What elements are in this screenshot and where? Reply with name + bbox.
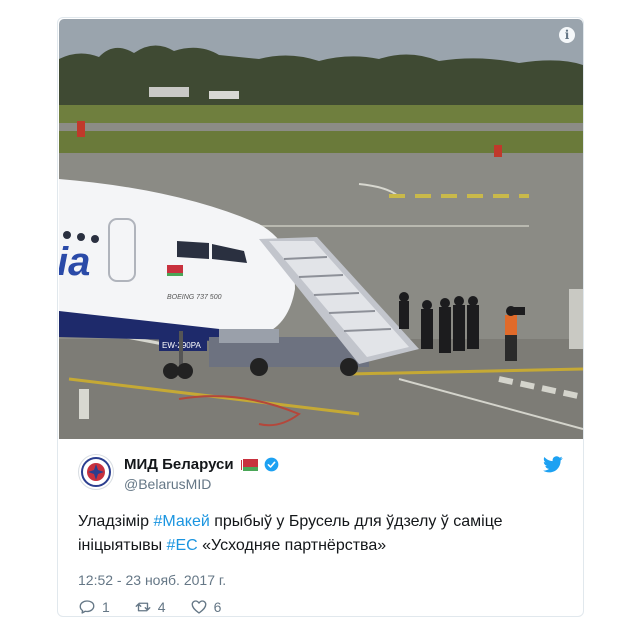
retweet-count: 4: [157, 599, 166, 615]
tweet-actions: 1 4 6: [78, 598, 221, 616]
info-icon[interactable]: i: [559, 27, 575, 43]
author-name[interactable]: МИД Беларуси: [124, 456, 234, 473]
reply-button[interactable]: 1: [78, 598, 110, 616]
tweet-text-part: Уладзімір: [78, 513, 154, 530]
tweet-text: Уладзімір #Макей прыбыў у Брусель для ўд…: [78, 510, 558, 558]
airport-photo: ia BOEING 737 500 EW-290PA: [59, 19, 583, 439]
reply-count: 1: [102, 599, 110, 615]
tweet-timestamp[interactable]: 12:52 - 23 нояб. 2017 г.: [78, 572, 226, 588]
tweet-text-part: «Усходняе партнёрства»: [197, 537, 387, 554]
avatar-emblem-icon: [81, 457, 111, 487]
like-button[interactable]: 6: [190, 598, 222, 616]
avatar[interactable]: [78, 454, 114, 490]
aircraft-lettering: ia: [59, 240, 90, 284]
hashtag-link[interactable]: #ЕС: [167, 537, 198, 554]
tweet-photo[interactable]: ia BOEING 737 500 EW-290PA: [59, 19, 583, 439]
twitter-bird-icon[interactable]: [543, 456, 563, 473]
belarus-flag-icon: [239, 458, 258, 471]
tweet-header: МИД Беларуси @BelarusMID: [78, 454, 563, 494]
author-handle[interactable]: @BelarusMID: [124, 476, 211, 492]
like-count: 6: [213, 599, 222, 615]
like-icon: [191, 600, 207, 614]
verified-badge-icon: [264, 457, 278, 472]
tweet-card[interactable]: ia BOEING 737 500 EW-290PA: [57, 17, 584, 617]
retweet-button[interactable]: 4: [134, 598, 166, 616]
reply-icon: [79, 600, 95, 614]
aircraft-model-text: BOEING 737 500: [167, 294, 222, 301]
hashtag-link[interactable]: #Макей: [153, 513, 209, 530]
retweet-icon: [135, 602, 151, 612]
